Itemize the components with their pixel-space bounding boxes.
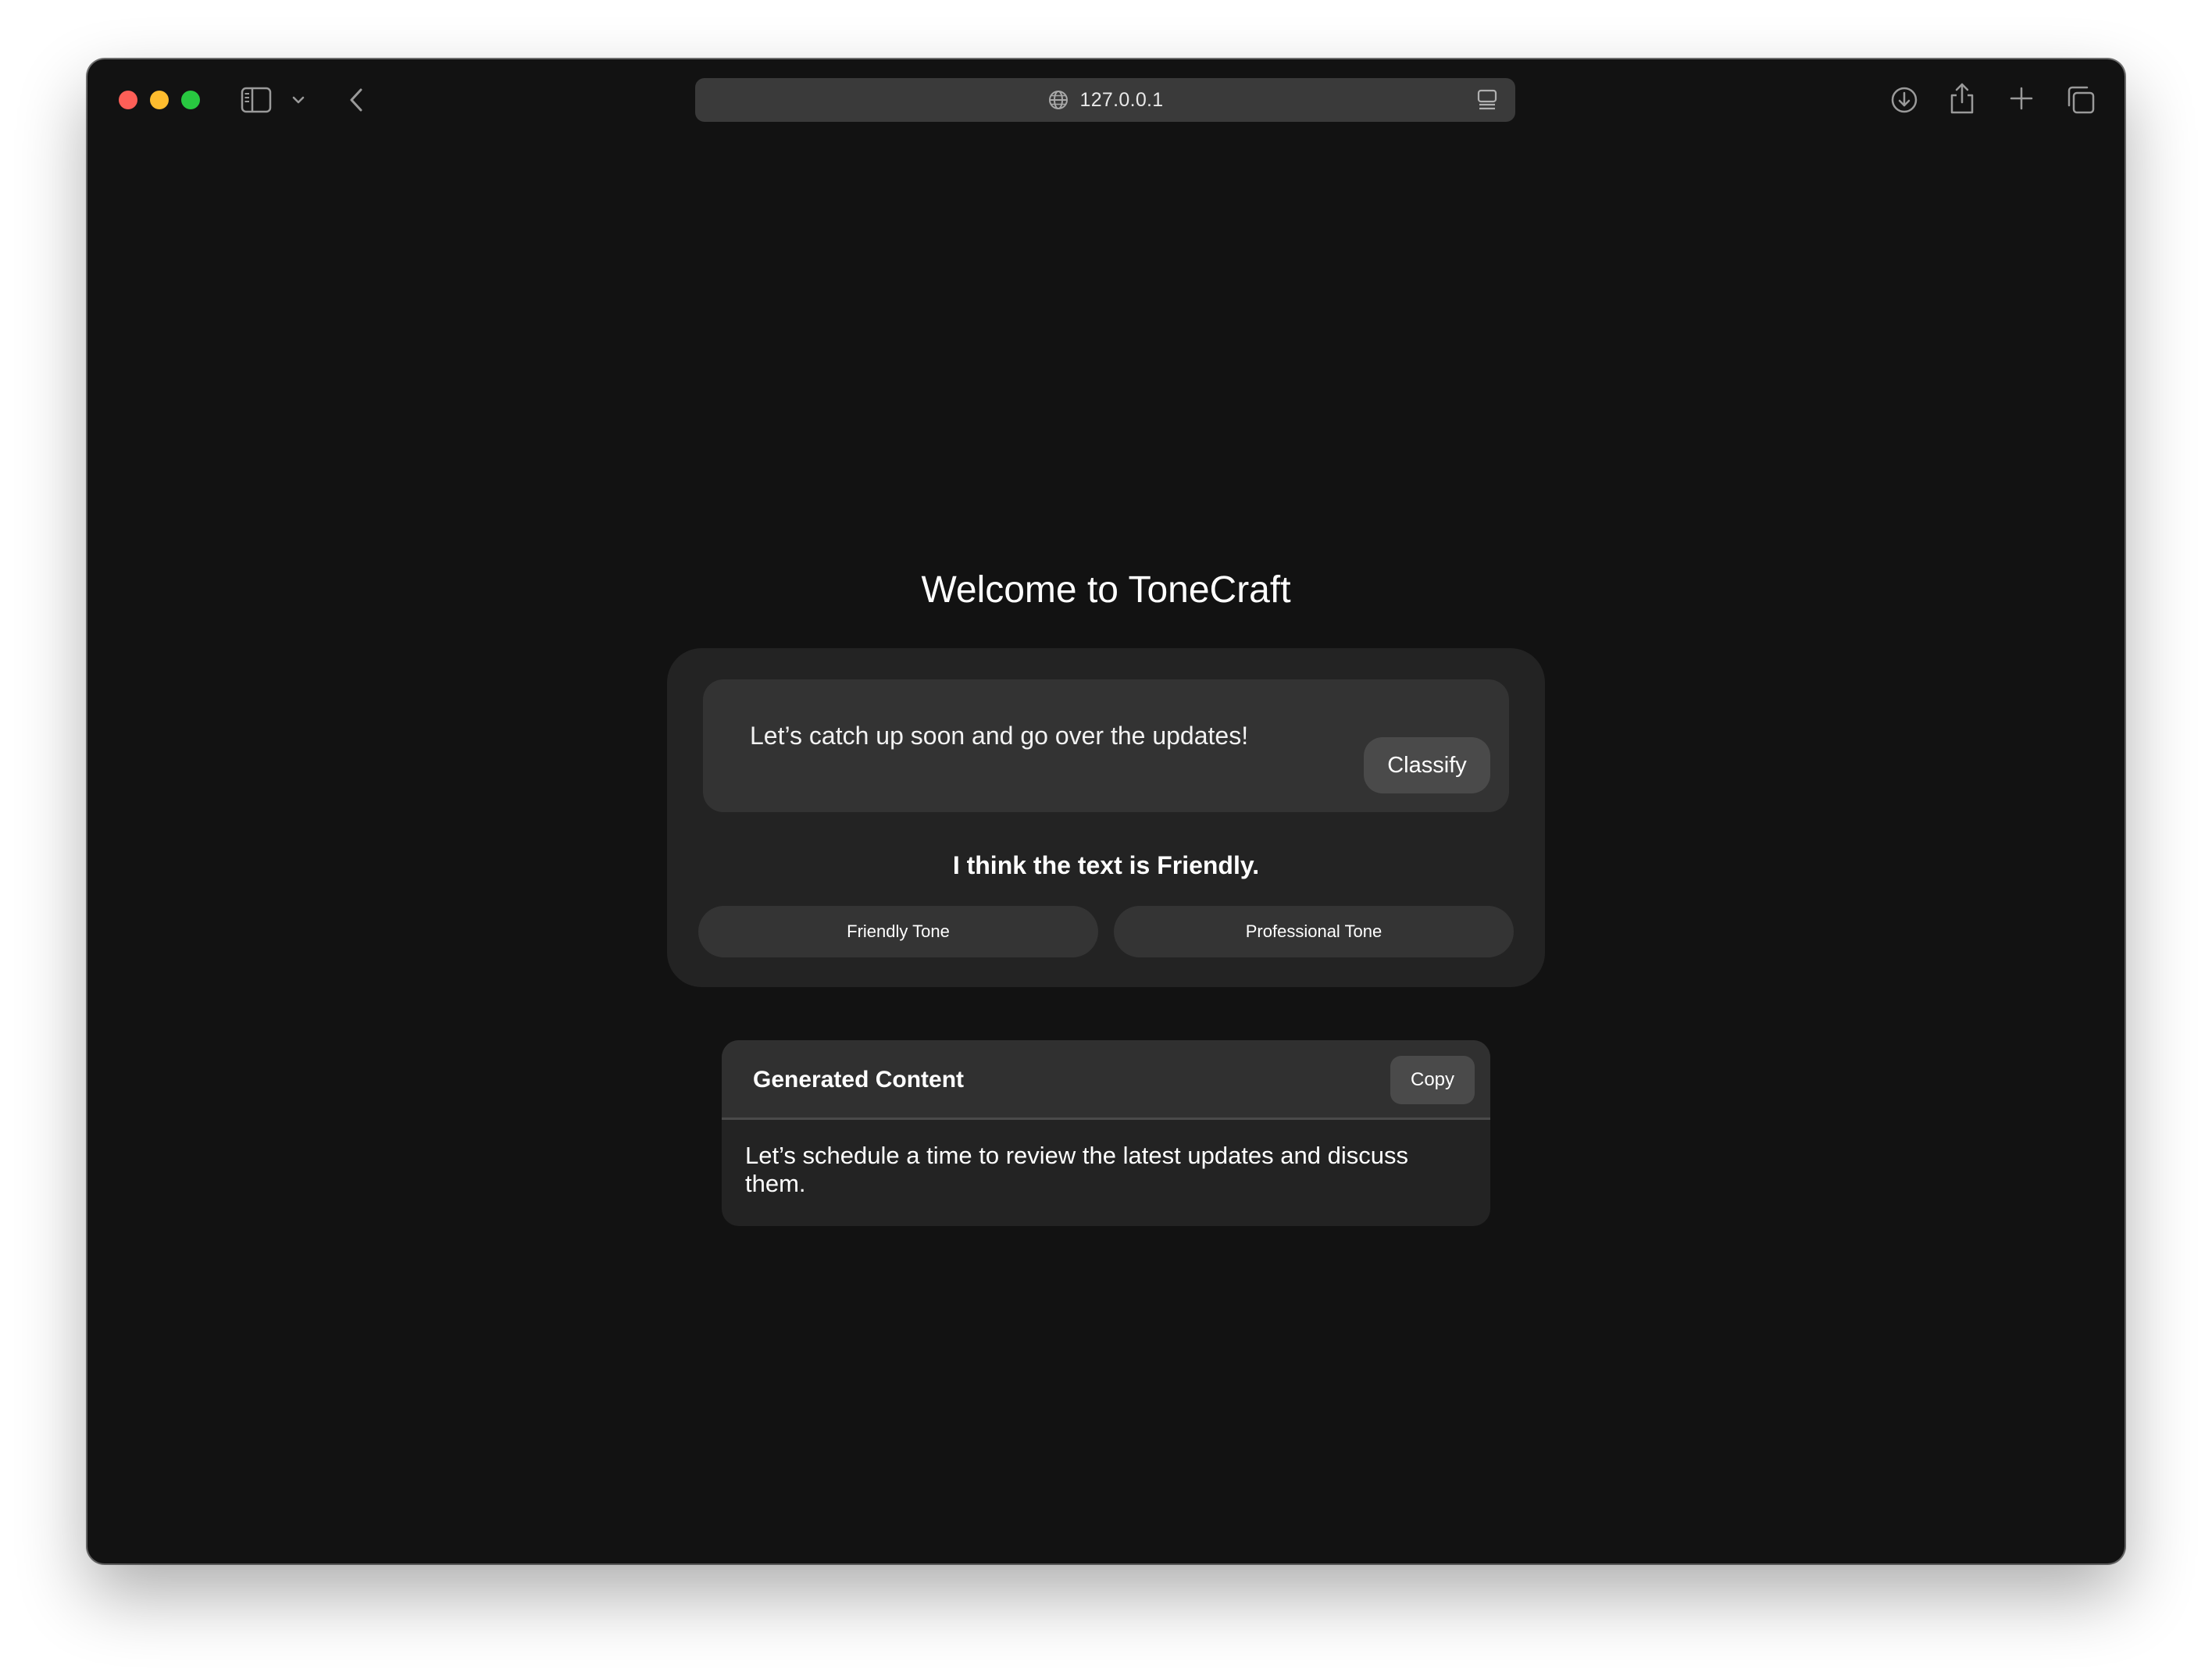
plus-icon[interactable] xyxy=(2007,84,2035,112)
share-icon[interactable] xyxy=(1948,81,1976,116)
generated-content-text: Let’s schedule a time to review the late… xyxy=(745,1142,1408,1197)
professional-tone-button[interactable]: Professional Tone xyxy=(1114,906,1514,957)
classification-result: I think the text is Friendly. xyxy=(952,851,1260,879)
browser-toolbar: 127.0.0.1 xyxy=(87,59,2125,141)
browser-window: 127.0.0.1 Welcome to ToneCraft Let’s cat… xyxy=(87,59,2125,1563)
text-input[interactable]: Let’s catch up soon and go over the upda… xyxy=(703,679,1509,812)
back-button[interactable] xyxy=(342,86,370,114)
download-icon[interactable] xyxy=(1889,84,1920,116)
classify-card: Let’s catch up soon and go over the upda… xyxy=(667,648,1545,987)
maximize-window-button[interactable] xyxy=(181,91,200,109)
tabs-overview-icon[interactable] xyxy=(2065,84,2096,116)
chevron-down-icon[interactable] xyxy=(289,91,308,109)
close-window-button[interactable] xyxy=(119,91,137,109)
page-content: Welcome to ToneCraft Let’s catch up soon… xyxy=(87,141,2125,1563)
generated-content-header: Generated Content Copy xyxy=(722,1040,1490,1120)
sidebar-icon[interactable] xyxy=(241,86,272,114)
page-title: Welcome to ToneCraft xyxy=(921,569,1291,611)
generated-content-title: Generated Content xyxy=(753,1067,965,1093)
minimize-window-button[interactable] xyxy=(150,91,169,109)
text-input-value[interactable]: Let’s catch up soon and go over the upda… xyxy=(750,720,1248,751)
address-bar[interactable]: 127.0.0.1 xyxy=(695,78,1515,122)
reader-icon[interactable] xyxy=(1476,89,1498,111)
url-text: 127.0.0.1 xyxy=(1079,88,1164,111)
copy-button[interactable]: Copy xyxy=(1390,1056,1475,1104)
globe-icon xyxy=(1047,89,1069,111)
classify-button[interactable]: Classify xyxy=(1364,737,1490,793)
friendly-tone-button[interactable]: Friendly Tone xyxy=(698,906,1098,957)
generated-content-card: Generated Content Copy Let’s schedule a … xyxy=(722,1040,1490,1226)
